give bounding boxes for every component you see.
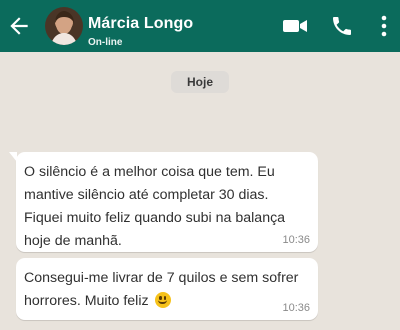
phone-icon[interactable] [330, 14, 354, 38]
chat-area: Hoje O silêncio é a melhor coisa que tem… [0, 52, 400, 330]
grinning-face-emoji [154, 292, 171, 308]
more-options-icon[interactable] [372, 13, 396, 39]
message-text: O silêncio é a melhor coisa que tem. Eu … [24, 164, 286, 249]
back-arrow-icon[interactable] [6, 13, 32, 39]
chat-header: Márcia Longo On-line [0, 0, 400, 52]
message-text: Consegui-me livrar de 7 quilos e sem sof… [24, 266, 310, 313]
message-bubble[interactable]: O silêncio é a melhor coisa que tem. Eu … [9, 152, 318, 252]
message-time: 10:36 [282, 234, 310, 246]
contact-status: On-line [88, 37, 123, 48]
avatar[interactable] [45, 7, 83, 45]
date-chip: Hoje [171, 71, 229, 93]
video-call-icon[interactable] [282, 14, 308, 38]
contact-name[interactable]: Márcia Longo [88, 15, 193, 33]
message-bubble[interactable]: Consegui-me livrar de 7 quilos e sem sof… [16, 258, 318, 320]
message-time: 10:36 [282, 302, 310, 314]
